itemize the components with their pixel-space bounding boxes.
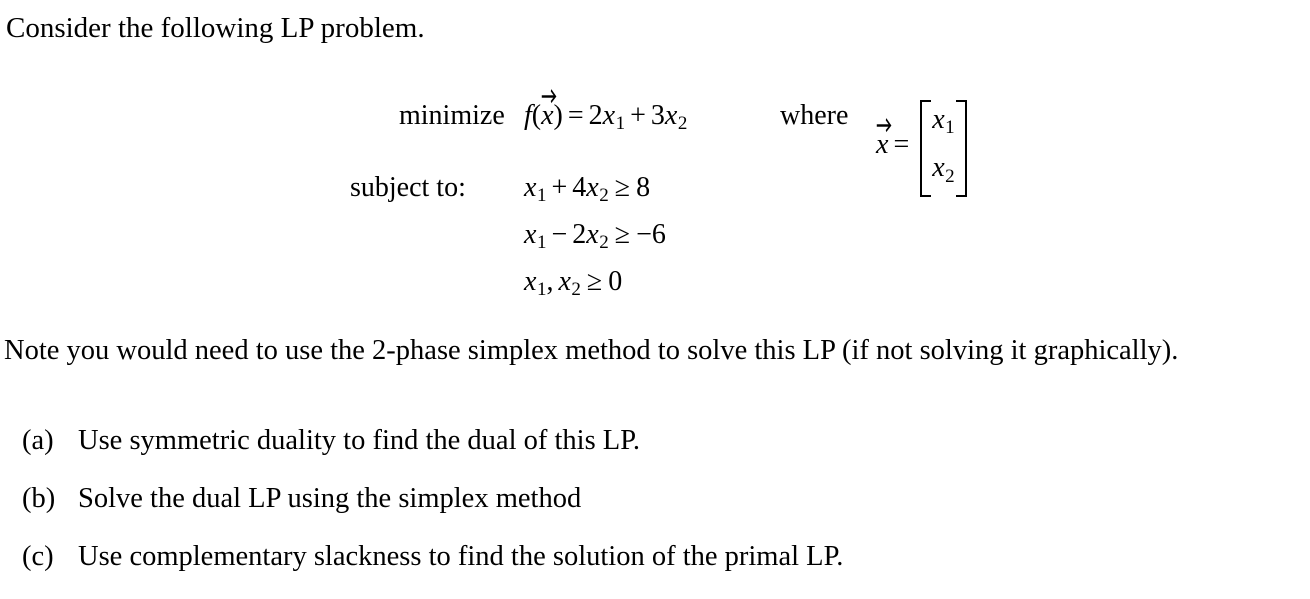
document-page: Consider the following LP problem. minim… [0, 0, 1310, 596]
question-item-a: (a) Use symmetric duality to find the du… [0, 425, 1310, 483]
plus-sign: + [630, 100, 646, 131]
objective-coefficient-2: 3 [650, 100, 665, 131]
question-text-c: Use complementary slackness to find the … [78, 541, 844, 572]
c1-relation: ≥ [614, 172, 631, 203]
c2-var-2: x [586, 219, 599, 250]
vector-arrow-icon-2 [876, 115, 892, 132]
objective-expression: f(x) = 2x1 +3x2 [524, 89, 688, 135]
c3-sub-2: 2 [571, 279, 581, 301]
vector-arrow-icon [541, 86, 557, 104]
objective-term-2-subscript: 2 [677, 113, 688, 135]
vector-x-letter: x [541, 100, 554, 131]
question-marker-c: (c) [22, 541, 54, 572]
intro-paragraph: Consider the following LP problem. [6, 12, 425, 44]
c3-comma: , [546, 266, 554, 297]
question-text-a: Use symmetric duality to find the dual o… [78, 425, 641, 456]
question-item-b: (b) Solve the dual LP using the simplex … [0, 483, 1310, 541]
c2-relation: ≥ [614, 219, 631, 250]
c1-var-1: x [524, 172, 537, 203]
constraint-2: x1−2x2 ≥ −6 [524, 219, 666, 254]
vector-row-2: x2 [932, 148, 954, 196]
constraints-label: subject to: [350, 172, 466, 203]
vector-row-2-subscript: 2 [945, 165, 955, 187]
vector-row-1: x1 [932, 100, 954, 148]
left-bracket [920, 100, 932, 197]
constraint-3-nonnegativity: x1, x2 ≥0 [524, 266, 622, 301]
objective-term-2-var: x [664, 100, 678, 131]
vector-definition: x = x1 x2 [876, 100, 967, 197]
c2-var-1: x [524, 219, 537, 250]
note-paragraph: Note you would need to use the 2-phase s… [4, 335, 1179, 366]
vector-row-2-var: x [932, 152, 945, 184]
objective-term-1-var: x [602, 100, 616, 131]
c2-operator: − [551, 219, 568, 250]
c3-var-1: x [524, 266, 537, 297]
equals-sign: = [567, 100, 584, 131]
c3-relation: ≥ [586, 266, 603, 297]
c1-coefficient-2: 4 [572, 172, 587, 203]
c2-rhs: −6 [636, 219, 666, 250]
objective-label: minimize [399, 100, 505, 131]
right-bracket [955, 100, 967, 197]
vector-x-accented-2: x [876, 117, 892, 161]
question-marker-b: (b) [22, 483, 56, 514]
c2-sub-2: 2 [599, 232, 609, 254]
constraint-1: x1 +4x2 ≥8 [524, 172, 650, 207]
objective-coefficient-1: 2 [588, 100, 603, 131]
vector-row-1-var: x [932, 104, 945, 135]
function-name: f [524, 100, 532, 131]
vector-symbol: x [876, 128, 889, 160]
where-label: where [780, 100, 849, 131]
c1-var-2: x [586, 172, 599, 203]
vector-equals-sign: = [893, 128, 910, 160]
objective-term-1-subscript: 1 [615, 113, 626, 135]
c3-var-2: x [558, 266, 571, 297]
question-item-c: (c) Use complementary slackness to find … [0, 541, 1310, 599]
question-text-b: Solve the dual LP using the simplex meth… [78, 483, 582, 514]
vector-row-1-subscript: 1 [945, 117, 955, 139]
c3-rhs: 0 [608, 266, 623, 297]
c1-rhs: 8 [636, 172, 651, 203]
questions-list: (a) Use symmetric duality to find the du… [0, 425, 1310, 599]
column-vector: x1 x2 [920, 100, 967, 197]
c2-coefficient-2: 2 [572, 219, 587, 250]
vector-x-accented: x [541, 89, 557, 132]
c1-operator: + [551, 172, 568, 203]
question-marker-a: (a) [22, 425, 54, 456]
c1-sub-2: 2 [599, 185, 609, 207]
